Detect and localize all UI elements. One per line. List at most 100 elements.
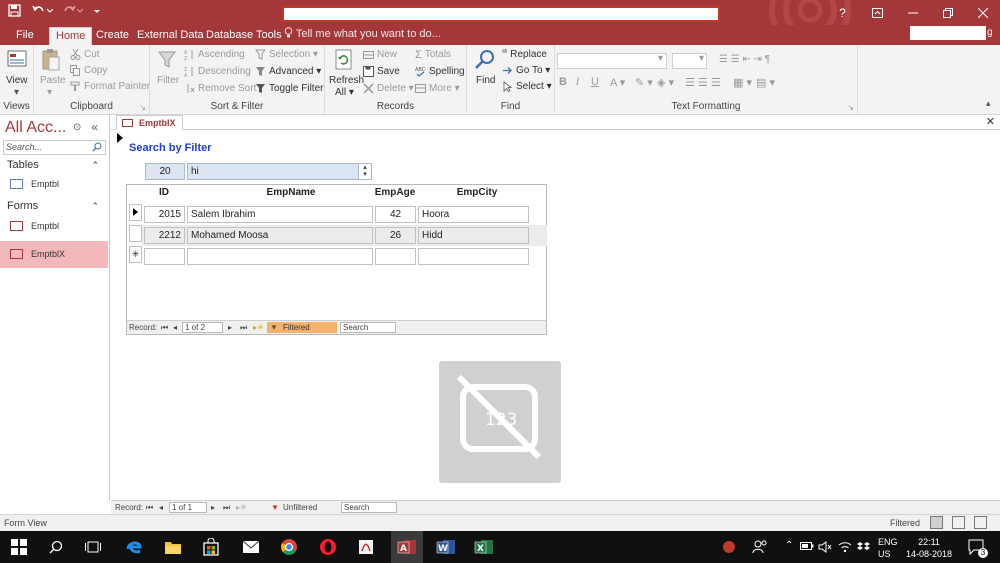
minimize-button[interactable]	[895, 0, 930, 25]
descending-button[interactable]: Z A Descending	[184, 66, 251, 79]
windows-start-icon[interactable]	[9, 537, 29, 557]
cell-empage[interactable]: 26	[375, 227, 416, 244]
view-dropdown-icon[interactable]: ▾	[14, 87, 19, 98]
record-position-input[interactable]: 1 of 2	[182, 322, 223, 333]
opera-icon[interactable]	[318, 537, 338, 557]
go-to-button[interactable]: Go To ▾	[502, 65, 550, 76]
underline-button[interactable]: U	[591, 76, 599, 88]
list-icons[interactable]: ☰ ☰ ⇤ ⇥ ¶	[719, 54, 770, 65]
font-name-dropdown-icon[interactable]: ▾	[658, 53, 663, 64]
align-buttons[interactable]: ☰ ☰ ☰	[685, 76, 721, 89]
word-icon[interactable]: W	[436, 537, 456, 557]
cut-button[interactable]: Cut	[70, 48, 100, 60]
filter-button[interactable]: Filter	[157, 75, 179, 86]
close-document-icon[interactable]: ✕	[986, 115, 995, 128]
first-record-icon[interactable]: ⏮	[146, 501, 153, 514]
close-button[interactable]	[965, 0, 1000, 25]
view-icon[interactable]	[6, 49, 28, 71]
help-icon[interactable]: ?	[825, 0, 860, 25]
collapse-ribbon-icon[interactable]: ▴	[986, 98, 991, 109]
record-search-input[interactable]: Search	[341, 502, 397, 513]
record-search-input[interactable]: Search	[340, 322, 396, 333]
save-record-button[interactable]: Save	[363, 66, 400, 77]
cell-id[interactable]: 2015	[144, 206, 185, 223]
volume-muted-icon[interactable]	[818, 541, 832, 563]
excel-icon[interactable]: X	[474, 537, 494, 557]
magnifier-icon[interactable]	[473, 48, 497, 72]
cell-empage[interactable]: 42	[375, 206, 416, 223]
new-cell-id[interactable]	[144, 248, 185, 265]
tell-me-search[interactable]: Tell me what you want to do...	[284, 27, 441, 40]
copy-button[interactable]: Copy	[70, 65, 107, 76]
next-record-icon[interactable]: ▸	[211, 501, 215, 514]
next-record-icon[interactable]: ▸	[228, 321, 232, 334]
nav-item-table-emptbl[interactable]: Emptbl	[0, 172, 108, 196]
row-selector-current[interactable]	[129, 204, 142, 221]
record-selector-icon[interactable]	[117, 133, 123, 143]
save-icon[interactable]	[8, 4, 21, 20]
acrobat-icon[interactable]	[356, 537, 376, 557]
tab-external-data[interactable]: External Data	[131, 27, 210, 45]
gridlines-button[interactable]: ▦ ▾	[733, 76, 752, 89]
nav-section-forms[interactable]: Forms ⌃	[0, 198, 109, 215]
highlight-button[interactable]: ✎ ▾	[635, 76, 653, 89]
new-record-nav-icon[interactable]: ▸✳	[236, 501, 247, 514]
nav-search-input[interactable]: Search...	[3, 140, 106, 155]
account-name-redacted[interactable]	[910, 26, 986, 40]
font-size-dropdown-icon[interactable]: ▾	[699, 53, 704, 64]
toggle-filter-button[interactable]: Toggle Filter	[255, 83, 323, 94]
delete-record-button[interactable]: Delete ▾	[363, 83, 414, 94]
nav-item-form-emptblx[interactable]: EmptblX	[0, 241, 108, 268]
cell-empcity[interactable]: Hidd	[418, 227, 529, 244]
italic-button[interactable]: I	[576, 76, 579, 88]
nav-menu-icon[interactable]: ⊙	[73, 122, 81, 134]
font-name-select[interactable]	[557, 53, 667, 69]
search-icon[interactable]	[46, 537, 66, 557]
cell-empcity[interactable]: Hoora	[418, 206, 529, 223]
customize-qat-icon[interactable]	[93, 4, 101, 20]
row-selector[interactable]	[129, 225, 142, 242]
file-explorer-icon[interactable]	[163, 537, 183, 557]
new-cell-empname[interactable]	[187, 248, 373, 265]
filter-status-toggle[interactable]: Unfiltered	[283, 501, 317, 514]
new-record-nav-icon[interactable]: ▸✳	[253, 321, 264, 334]
bold-button[interactable]: B	[559, 76, 567, 88]
tab-file[interactable]: File	[10, 27, 40, 45]
document-tab-emptblx[interactable]: EmptblX	[116, 115, 183, 130]
battery-icon[interactable]	[800, 541, 814, 563]
cell-empname[interactable]: Salem Ibrahim	[187, 206, 373, 223]
selection-button[interactable]: Selection ▾	[255, 49, 318, 60]
cell-empname[interactable]: Mohamed Moosa	[187, 227, 373, 244]
access-taskbar-icon[interactable]: A	[391, 531, 423, 563]
cell-id[interactable]: 2212	[144, 227, 185, 244]
clock[interactable]: 22:11 14-08-2018	[903, 536, 955, 563]
shutter-bar-icon[interactable]: «	[91, 120, 98, 134]
select-button[interactable]: Select ▾	[502, 81, 552, 92]
nav-item-form-emptbl[interactable]: Emptbl	[0, 214, 108, 238]
tab-database-tools[interactable]: Database Tools	[200, 27, 288, 45]
view-button[interactable]: View	[6, 75, 28, 86]
edge-icon[interactable]	[124, 537, 144, 557]
replace-button[interactable]: ᵃᵇ Replace	[502, 49, 547, 60]
tab-create[interactable]: Create	[90, 27, 135, 45]
find-button[interactable]: Find	[476, 75, 495, 86]
filter-text-field[interactable]: hi	[187, 163, 371, 180]
format-painter-button[interactable]: Format Painter	[70, 81, 150, 92]
tray-overflow-icon[interactable]: ⌃	[785, 540, 793, 563]
layout-view-icon[interactable]	[952, 516, 965, 529]
task-view-icon[interactable]	[83, 537, 103, 557]
filter-id-field[interactable]: 20	[145, 163, 185, 180]
new-cell-empcity[interactable]	[418, 248, 529, 265]
fill-color-button[interactable]: ◈ ▾	[657, 76, 674, 89]
paste-dropdown-icon[interactable]: ▾	[47, 87, 52, 98]
dialog-launcher-icon[interactable]: ↘	[139, 103, 146, 112]
first-record-icon[interactable]: ⏮	[161, 321, 168, 334]
spelling-button[interactable]: ABC Spelling	[415, 66, 465, 77]
filter-scroll-arrows[interactable]: ▴ ▾	[358, 163, 372, 180]
last-record-icon[interactable]: ⏭	[240, 321, 247, 334]
chrome-icon[interactable]	[279, 537, 299, 557]
more-button[interactable]: More ▾	[415, 83, 460, 94]
remove-sort-button[interactable]: Remove Sort	[184, 83, 256, 94]
antivirus-tray-icon[interactable]	[722, 540, 736, 563]
totals-button[interactable]: Σ Totals	[415, 49, 451, 61]
